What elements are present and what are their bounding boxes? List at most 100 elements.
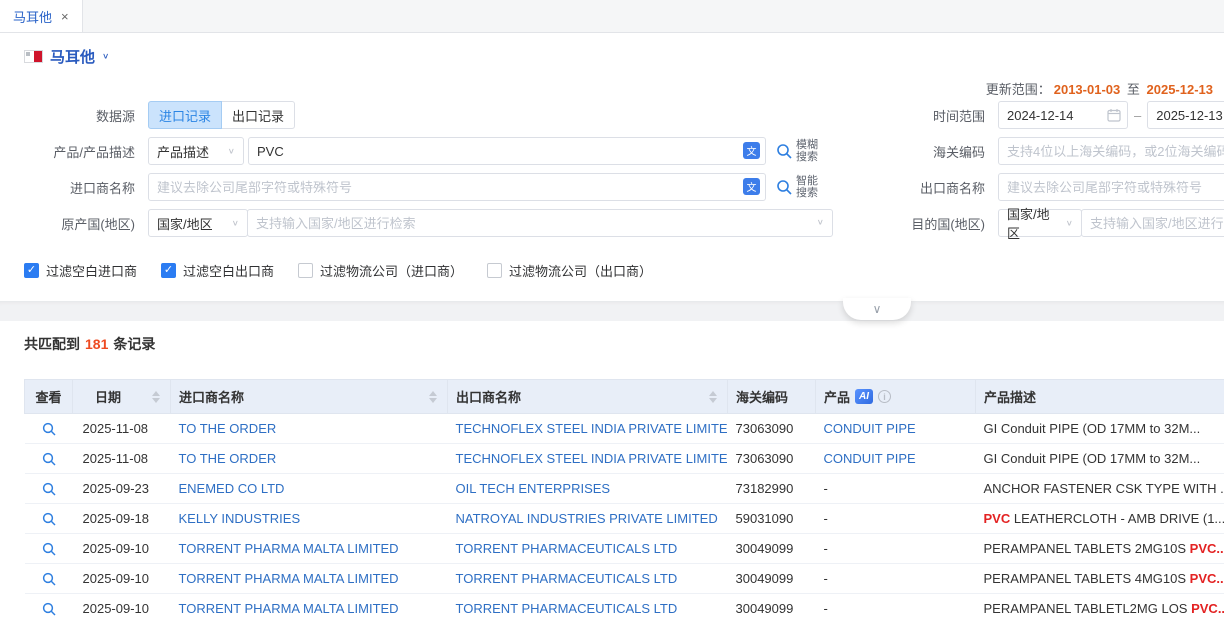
importer-link[interactable]: TO THE ORDER xyxy=(179,451,277,466)
info-icon[interactable]: i xyxy=(878,390,891,403)
row-hs-code: 30049099 xyxy=(728,594,816,617)
data-source-toggle: 进口记录 出口记录 xyxy=(148,101,295,129)
origin-select[interactable]: 国家/地区 ∨ xyxy=(148,209,248,237)
product-text[interactable]: CONDUIT PIPE xyxy=(824,451,916,466)
checkbox-icon[interactable] xyxy=(24,263,39,278)
view-record-icon[interactable] xyxy=(41,601,57,617)
view-record-icon[interactable] xyxy=(41,451,57,467)
origin-input[interactable] xyxy=(247,209,833,237)
view-record-icon[interactable] xyxy=(41,481,57,497)
exporter-link[interactable]: TECHNOFLEX STEEL INDIA PRIVATE LIMITED xyxy=(456,421,728,436)
product-text[interactable]: - xyxy=(824,481,828,496)
row-date: 2025-09-10 xyxy=(73,534,171,564)
hs-code-input[interactable] xyxy=(998,137,1224,165)
exporter-link[interactable]: TORRENT PHARMACEUTICALS LTD xyxy=(456,541,678,556)
destination-select[interactable]: 国家/地区 ∨ xyxy=(998,209,1082,237)
importer-link[interactable]: ENEMED CO LTD xyxy=(179,481,285,496)
row-hs-code: 59031090 xyxy=(728,504,816,534)
smart-search-label: 智能搜索 xyxy=(796,175,820,199)
row-hs-code: 73063090 xyxy=(728,444,816,474)
view-record-icon[interactable] xyxy=(41,511,57,527)
column-header-product: 产品 AI i xyxy=(816,380,976,414)
description-highlight: PVC xyxy=(984,511,1011,526)
checkbox-icon[interactable] xyxy=(487,263,502,278)
destination-input[interactable] xyxy=(1081,209,1224,237)
importer-link[interactable]: KELLY INDUSTRIES xyxy=(179,511,301,526)
product-text[interactable]: - xyxy=(824,511,828,526)
description-text: ANCHOR FASTENER CSK TYPE WITH ... xyxy=(984,481,1224,496)
checkbox-filter-logistics-exporter[interactable]: 过滤物流公司（出口商） xyxy=(487,261,652,280)
hs-code-group: 海关编码 xyxy=(890,137,1224,165)
page-title: 马耳他 xyxy=(50,46,95,67)
update-range-from: 2013-01-03 xyxy=(1054,82,1121,97)
export-records-toggle[interactable]: 出口记录 xyxy=(222,101,295,129)
exporter-link[interactable]: TORRENT PHARMACEUTICALS LTD xyxy=(456,601,678,616)
importer-input[interactable] xyxy=(148,173,766,201)
importer-link[interactable]: TORRENT PHARMA MALTA LIMITED xyxy=(179,601,399,616)
search-icon xyxy=(775,142,793,160)
column-header-description: 产品描述 xyxy=(976,380,1224,414)
product-input[interactable] xyxy=(248,137,766,165)
translate-icon[interactable]: 文 xyxy=(743,142,760,159)
sort-date-button[interactable] xyxy=(150,389,162,405)
exporter-link[interactable]: TORRENT PHARMACEUTICALS LTD xyxy=(456,571,678,586)
product-field-select[interactable]: 产品描述 ∨ xyxy=(148,137,244,165)
checkbox-filter-blank-exporter[interactable]: 过滤空白出口商 xyxy=(161,261,274,280)
checkbox-icon[interactable] xyxy=(298,263,313,278)
row-hs-code: 73063090 xyxy=(728,414,816,444)
results-summary: 共匹配到181条记录 xyxy=(24,334,1224,354)
chevron-down-icon: ∨ xyxy=(232,219,239,228)
view-record-icon[interactable] xyxy=(41,571,57,587)
trade-data-page: 马耳他 × 马耳他 ∨ 更新范围：2013-01-03 至 2025-12-13… xyxy=(0,0,1224,617)
tab-close-icon[interactable]: × xyxy=(61,10,69,23)
checkbox-icon[interactable] xyxy=(161,263,176,278)
column-header-importer: 进口商名称 xyxy=(171,380,448,414)
data-source-label: 数据源 xyxy=(24,106,135,125)
sort-importer-button[interactable] xyxy=(427,389,439,405)
description-text: LEATHERCLOTH - AMB DRIVE (1... xyxy=(1010,511,1224,526)
date-to-input[interactable] xyxy=(1147,101,1224,129)
update-range-to: 2025-12-13 xyxy=(1147,82,1214,97)
fuzzy-search-button[interactable]: 模糊搜索 xyxy=(775,139,820,163)
importer-link[interactable]: TO THE ORDER xyxy=(179,421,277,436)
row-hs-code: 73182990 xyxy=(728,474,816,504)
summary-suffix: 条记录 xyxy=(113,336,155,352)
sort-exporter-button[interactable] xyxy=(707,389,719,405)
filter-row-origin: 原产国(地区) 国家/地区 ∨ ∨ 目的国(地区) 国家/地区 ∨ xyxy=(0,209,1224,237)
row-product-description: PVC LEATHERCLOTH - AMB DRIVE (1... xyxy=(976,504,1224,534)
origin-input-wrap: ∨ xyxy=(247,209,833,237)
calendar-icon[interactable] xyxy=(1107,108,1121,122)
description-text: GI Conduit PIPE (OD 17MM to 32M... xyxy=(984,451,1201,466)
checkbox-filter-blank-importer[interactable]: 过滤空白进口商 xyxy=(24,261,137,280)
time-range-group: 时间范围 – xyxy=(890,101,1224,129)
checkbox-filter-logistics-importer[interactable]: 过滤物流公司（进口商） xyxy=(298,261,463,280)
view-record-icon[interactable] xyxy=(41,421,57,437)
table-header-row: 查看 日期 进口商名称 出口商名称 海关编码 xyxy=(25,380,1224,414)
exporter-link[interactable]: OIL TECH ENTERPRISES xyxy=(456,481,611,496)
exporter-link[interactable]: TECHNOFLEX STEEL INDIA PRIVATE LIMITED xyxy=(456,451,728,466)
time-range-label: 时间范围 xyxy=(890,106,985,125)
exporter-label: 出口商名称 xyxy=(890,178,985,197)
translate-icon[interactable]: 文 xyxy=(743,178,760,195)
chevron-down-icon: ∨ xyxy=(1066,219,1073,228)
table-row: 2025-09-18 KELLY INDUSTRIES NATROYAL IND… xyxy=(25,504,1224,534)
view-record-icon[interactable] xyxy=(41,541,57,557)
exporter-link[interactable]: NATROYAL INDUSTRIES PRIVATE LIMITED xyxy=(456,511,718,526)
product-text[interactable]: - xyxy=(824,541,828,556)
import-records-toggle[interactable]: 进口记录 xyxy=(148,101,222,129)
ai-badge: AI xyxy=(855,389,873,404)
product-text[interactable]: - xyxy=(824,571,828,586)
hs-code-label: 海关编码 xyxy=(890,142,985,161)
smart-search-button[interactable]: 智能搜索 xyxy=(775,175,820,199)
summary-prefix: 共匹配到 xyxy=(24,336,80,352)
exporter-input[interactable] xyxy=(998,173,1224,201)
description-highlight: PVC... xyxy=(1190,571,1224,586)
importer-link[interactable]: TORRENT PHARMA MALTA LIMITED xyxy=(179,571,399,586)
tab-malta[interactable]: 马耳他 × xyxy=(0,0,83,32)
collapse-filters-button[interactable]: ∨ xyxy=(843,298,911,320)
product-text[interactable]: - xyxy=(824,601,828,616)
product-text[interactable]: CONDUIT PIPE xyxy=(824,421,916,436)
country-title-dropdown[interactable]: 马耳他 ∨ xyxy=(0,33,1224,75)
update-range: 更新范围：2013-01-03 至 2025-12-13 xyxy=(0,79,1224,97)
importer-link[interactable]: TORRENT PHARMA MALTA LIMITED xyxy=(179,541,399,556)
